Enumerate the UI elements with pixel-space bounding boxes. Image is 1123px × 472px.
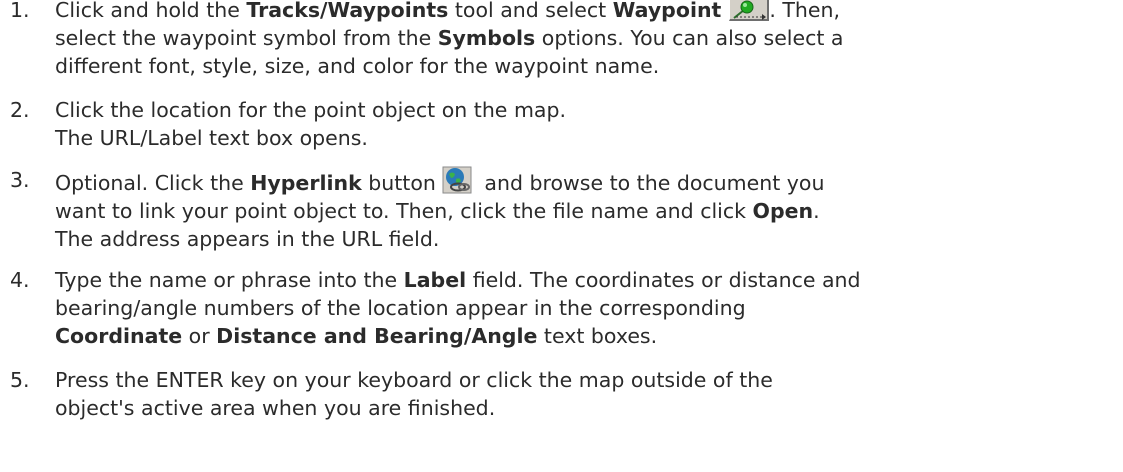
step-line: Click and hold the Tracks/Waypoints tool… bbox=[55, 0, 1103, 24]
bold-label: Label bbox=[403, 268, 467, 292]
step-line: Press the ENTER key on your keyboard or … bbox=[55, 368, 773, 392]
step-line: Optional. Click the Hyperlink button and… bbox=[55, 166, 1103, 197]
step-number: 4. bbox=[10, 268, 30, 292]
step-line: different font, style, size, and color f… bbox=[55, 54, 660, 78]
step-line: want to link your point object to. Then,… bbox=[55, 197, 1103, 225]
text-run: or bbox=[182, 324, 217, 348]
step-line: object's active area when you are finish… bbox=[55, 396, 496, 420]
step-text: Click and hold the Tracks/Waypoints tool… bbox=[55, 0, 1103, 80]
bold-open: Open bbox=[752, 199, 814, 223]
step-text: Press the ENTER key on your keyboard or … bbox=[55, 366, 1103, 422]
text-run: Optional. Click the bbox=[55, 171, 251, 195]
text-run: text boxes. bbox=[537, 324, 658, 348]
step-line: Coordinate or Distance and Bearing/Angle… bbox=[55, 322, 1103, 350]
bold-waypoint: Waypoint bbox=[612, 0, 722, 22]
step-line: The address appears in the URL field. bbox=[55, 227, 440, 251]
step-line: bearing/angle numbers of the location ap… bbox=[55, 296, 746, 320]
step-line: Type the name or phrase into the Label f… bbox=[55, 266, 1103, 294]
step-text: Click the location for the point object … bbox=[55, 96, 1103, 152]
step-line: Click the location for the point object … bbox=[55, 98, 566, 122]
step-text: Optional. Click the Hyperlink button and… bbox=[55, 166, 1103, 253]
step-line: The URL/Label text box opens. bbox=[55, 126, 368, 150]
step-number: 2. bbox=[10, 98, 30, 122]
text-run: Type the name or phrase into the bbox=[55, 268, 404, 292]
step-text: Type the name or phrase into the Label f… bbox=[55, 266, 1103, 350]
waypoint-tool-icon bbox=[729, 0, 770, 21]
text-run: select the waypoint symbol from the bbox=[55, 26, 438, 50]
text-run: . bbox=[813, 199, 820, 223]
bold-symbols: Symbols bbox=[437, 26, 536, 50]
text-run: want to link your point object to. Then,… bbox=[55, 199, 753, 223]
text-run: tool and select bbox=[448, 0, 613, 22]
bold-hyperlink: Hyperlink bbox=[250, 171, 362, 195]
text-run: options. You can also select a bbox=[535, 26, 844, 50]
step-line: select the waypoint symbol from the Symb… bbox=[55, 24, 1103, 52]
document-body: 1. Click and hold the Tracks/Waypoints t… bbox=[0, 0, 1123, 472]
step-number: 1. bbox=[10, 0, 30, 22]
text-run: button bbox=[361, 171, 436, 195]
step-number: 5. bbox=[10, 368, 30, 392]
bold-distance-bearing: Distance and Bearing/Angle bbox=[216, 324, 538, 348]
text-run: field. The coordinates or distance and bbox=[466, 268, 861, 292]
hyperlink-globe-icon bbox=[442, 166, 472, 194]
text-run: and browse to the document you bbox=[477, 171, 825, 195]
bold-tracks-waypoints: Tracks/Waypoints bbox=[246, 0, 449, 22]
text-run: . Then, bbox=[769, 0, 841, 22]
text-run: Click and hold the bbox=[55, 0, 247, 22]
bold-coordinate: Coordinate bbox=[55, 324, 183, 348]
step-number: 3. bbox=[10, 168, 30, 192]
